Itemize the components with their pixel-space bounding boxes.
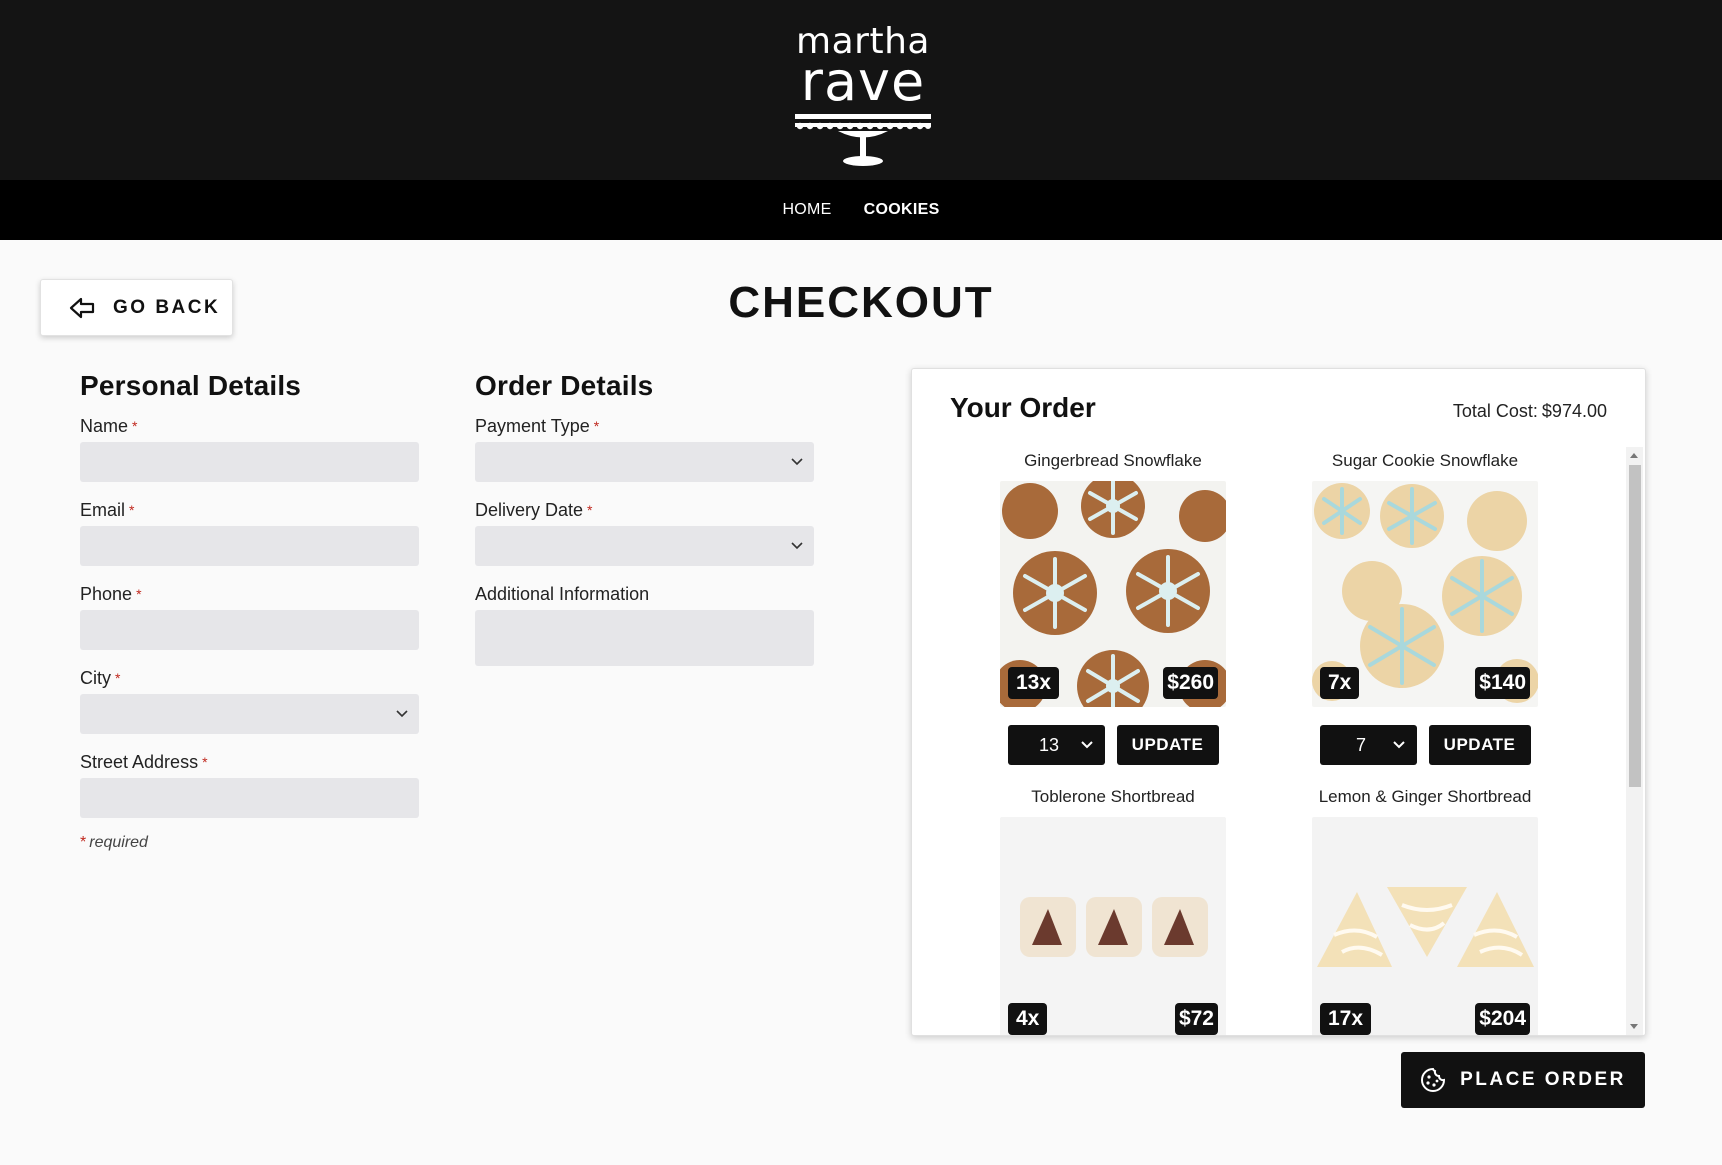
chevron-down-icon: [791, 542, 803, 550]
order-details-heading: Order Details: [475, 370, 654, 401]
nav-cookies[interactable]: COOKIES: [864, 201, 940, 219]
chevron-down-icon: [791, 458, 803, 466]
logo-line-2: rave: [800, 50, 926, 113]
delivery-date-label: Delivery Date *: [475, 500, 593, 520]
street-address-label: Street Address *: [80, 752, 208, 772]
order-item-toblerone-shortbread: Toblerone Shortbread 4x $72: [1000, 787, 1226, 1035]
item-qty-badge: 7x: [1320, 667, 1360, 699]
item-price-badge: $260: [1163, 667, 1218, 699]
additional-info-textarea[interactable]: [475, 610, 814, 666]
cookie-icon: [1421, 1067, 1446, 1092]
item-qty-select[interactable]: 7: [1319, 725, 1417, 765]
martha-rave-logo[interactable]: martha rave: [793, 22, 933, 167]
item-controls: 7 UPDATE: [1312, 725, 1538, 765]
main-nav: HOME COOKIES: [0, 180, 1722, 240]
phone-label: Phone *: [80, 584, 142, 604]
page-title: CHECKOUT: [728, 278, 994, 327]
city-select[interactable]: [80, 694, 419, 734]
required-note: * required: [80, 834, 148, 851]
item-price-badge: $72: [1174, 1003, 1218, 1035]
update-button[interactable]: UPDATE: [1116, 725, 1219, 765]
lemon-ginger-shortbread-image: 17x $204: [1312, 817, 1538, 1035]
your-order-panel: Your Order Total Cost: $974.00 Gingerbrea…: [911, 368, 1646, 1036]
scroll-down-arrow[interactable]: [1630, 1024, 1638, 1029]
payment-type-label: Payment Type *: [475, 416, 600, 436]
order-items-list[interactable]: Gingerbread Snowflake 13x $260 13 UPDATE…: [912, 447, 1645, 1035]
email-label: Email *: [80, 500, 135, 520]
chevron-down-icon: [1080, 741, 1093, 749]
email-input[interactable]: [80, 526, 419, 566]
item-qty-badge: 17x: [1320, 1003, 1372, 1035]
item-price-badge: $204: [1475, 1003, 1530, 1035]
personal-details-heading: Personal Details: [80, 370, 302, 401]
your-order-heading: Your Order: [950, 392, 1096, 423]
payment-type-select[interactable]: [475, 442, 814, 482]
item-price-badge: $140: [1475, 667, 1530, 699]
place-order-button[interactable]: PLACE ORDER: [1401, 1052, 1645, 1108]
item-qty-badge: 13x: [1008, 667, 1060, 699]
order-item-gingerbread-snowflake: Gingerbread Snowflake 13x $260 13 UPDATE: [1000, 451, 1226, 765]
order-item-lemon-ginger-shortbread: Lemon & Ginger Shortbread 17x $204: [1312, 787, 1538, 1035]
additional-info-label: Additional Information: [475, 584, 650, 604]
name-input[interactable]: [80, 442, 419, 482]
total-cost-value: $974.00: [1541, 401, 1607, 421]
item-name: Gingerbread Snowflake: [1024, 451, 1202, 470]
brand-header: martha rave: [0, 0, 1722, 180]
chevron-down-icon: [1392, 741, 1405, 749]
scrollbar-thumb[interactable]: [1629, 465, 1641, 787]
gingerbread-snowflake-image: 13x $260: [1000, 481, 1226, 707]
street-address-input[interactable]: [80, 778, 419, 818]
delivery-date-select[interactable]: [475, 526, 814, 566]
item-name: Sugar Cookie Snowflake: [1331, 451, 1519, 470]
name-label: Name *: [80, 416, 138, 436]
total-cost: Total Cost: $974.00: [1452, 401, 1607, 421]
city-label: City *: [80, 668, 121, 688]
chevron-down-icon: [396, 710, 408, 718]
item-qty-badge: 4x: [1008, 1003, 1048, 1035]
item-controls: 13 UPDATE: [1000, 725, 1226, 765]
scroll-up-arrow[interactable]: [1630, 453, 1638, 458]
update-button[interactable]: UPDATE: [1428, 725, 1531, 765]
toblerone-shortbread-image: 4x $72: [1000, 817, 1226, 1035]
cake-stand-icon: [795, 114, 931, 166]
order-item-sugar-cookie-snowflake: Sugar Cookie Snowflake 7x $140 7 UPDATE: [1312, 451, 1538, 765]
nav-home[interactable]: HOME: [782, 201, 831, 219]
personal-details-form: Personal Details Name * Email * Phone * Cit…: [80, 370, 420, 852]
item-name: Lemon & Ginger Shortbread: [1318, 787, 1532, 806]
order-list-scrollbar[interactable]: [1626, 447, 1643, 1035]
order-details-form: Order Details Payment Type * Delivery Dat…: [475, 370, 815, 682]
sugar-cookie-snowflake-image: 7x $140: [1312, 481, 1538, 707]
item-qty-select[interactable]: 13: [1007, 725, 1105, 765]
place-order-label: PLACE ORDER: [1460, 1069, 1626, 1090]
item-name: Toblerone Shortbread: [1031, 787, 1195, 806]
phone-input[interactable]: [80, 610, 419, 650]
